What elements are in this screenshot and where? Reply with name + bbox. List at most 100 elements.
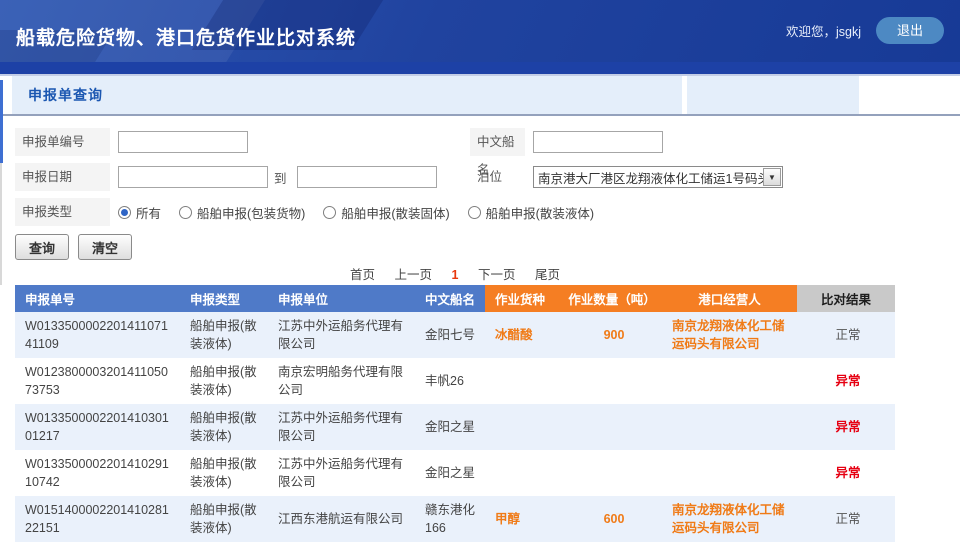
cell-type: 船舶申报(散装液体) (180, 312, 268, 358)
date-to-label: 到 (274, 168, 287, 187)
query-form: 申报单编号 中文船名 申报日期 到 泊位 南京港大厂港区龙翔液体化工储运1号码头… (0, 116, 960, 226)
column-header-6: 港口经营人 (662, 285, 797, 312)
pagination-first[interactable]: 首页 (350, 268, 375, 282)
form-row-declaration-no: 申报单编号 中文船名 (15, 128, 960, 156)
cell-qty (562, 450, 662, 496)
results-table: 申报单号申报类型申报单位中文船名作业货种作业数量（吨）港口经营人比对结果 W01… (15, 285, 895, 542)
cell-qty: 600 (562, 496, 662, 542)
cell-ship: 金阳七号 (415, 312, 485, 358)
table-row: W013350000220141029110742船舶申报(散装液体)江苏中外运… (15, 450, 895, 496)
chevron-down-icon[interactable]: ▼ (763, 168, 781, 186)
app-title: 船载危险货物、港口危货作业比对系统 (16, 23, 356, 50)
cell-ship: 丰帆26 (415, 358, 485, 404)
radio-label: 船舶申报(散装固体) (341, 203, 449, 222)
cell-id: W013350000220141107141109 (15, 312, 180, 358)
tab-side-panel (687, 76, 859, 114)
berth-select-value: 南京港大厂港区龙翔液体化工储运1号码头 (534, 168, 763, 187)
welcome-text: 欢迎您，jsgkj (786, 21, 861, 40)
cell-type: 船舶申报(散装液体) (180, 404, 268, 450)
radio-icon[interactable] (323, 206, 336, 219)
form-buttons: 查询 清空 (15, 234, 960, 260)
cell-cargo: 冰醋酸 (485, 312, 562, 358)
radio-label: 所有 (136, 203, 161, 222)
cell-id: W013350000220141029110742 (15, 450, 180, 496)
cell-operator: 南京龙翔液体化工储运码头有限公司 (662, 312, 797, 358)
pagination-current-page: 1 (452, 268, 459, 282)
cell-result: 异常 (797, 358, 895, 404)
radio-label: 船舶申报(包装货物) (197, 203, 305, 222)
radio-icon[interactable] (118, 206, 131, 219)
declaration-type-radio-group: 所有 船舶申报(包装货物) 船舶申报(散装固体) 船舶申报(散装液体) (118, 203, 594, 222)
radio-label: 船舶申报(散装液体) (486, 203, 594, 222)
logout-button[interactable]: 退出 (876, 17, 944, 44)
column-header-2: 申报单位 (268, 285, 415, 312)
table-body: W013350000220141107141109船舶申报(散装液体)江苏中外运… (15, 312, 895, 542)
search-button[interactable]: 查询 (15, 234, 69, 260)
date-to-input[interactable] (297, 166, 437, 188)
cell-qty: 900 (562, 312, 662, 358)
declaration-date-label: 申报日期 (15, 163, 110, 191)
ship-name-label: 中文船名 (470, 128, 525, 156)
pagination-last[interactable]: 尾页 (535, 268, 560, 282)
top-blue-bar (0, 62, 960, 76)
form-row-date: 申报日期 到 泊位 南京港大厂港区龙翔液体化工储运1号码头 ▼ (15, 163, 960, 191)
column-header-7: 比对结果 (797, 285, 895, 312)
cell-id: W012380000320141105073753 (15, 358, 180, 404)
table-row: W013350000220141107141109船舶申报(散装液体)江苏中外运… (15, 312, 895, 358)
cell-agent: 南京宏明船务代理有限公司 (268, 358, 415, 404)
pagination: 首页 上一页 1 下一页 尾页 (15, 264, 895, 283)
section-tabs-row: 申报单查询 (0, 76, 960, 116)
clear-button[interactable]: 清空 (78, 234, 132, 260)
table-row: W012380000320141105073753船舶申报(散装液体)南京宏明船… (15, 358, 895, 404)
radio-icon[interactable] (468, 206, 481, 219)
cell-type: 船舶申报(散装液体) (180, 496, 268, 542)
declaration-type-label: 申报类型 (15, 198, 110, 226)
cell-result: 异常 (797, 404, 895, 450)
cell-id: W015140000220141028122151 (15, 496, 180, 542)
declare-type-option-3[interactable]: 船舶申报(散装液体) (468, 203, 594, 222)
column-header-3: 中文船名 (415, 285, 485, 312)
table-row: W013350000220141030101217船舶申报(散装液体)江苏中外运… (15, 404, 895, 450)
declaration-no-label: 申报单编号 (15, 128, 110, 156)
berth-label: 泊位 (470, 163, 525, 191)
cell-ship: 金阳之星 (415, 404, 485, 450)
cell-agent: 江苏中外运船务代理有限公司 (268, 312, 415, 358)
table-header-row: 申报单号申报类型申报单位中文船名作业货种作业数量（吨）港口经营人比对结果 (15, 285, 895, 312)
cell-type: 船舶申报(散装液体) (180, 450, 268, 496)
pagination-next[interactable]: 下一页 (478, 268, 516, 282)
table-row: W015140000220141028122151船舶申报(散装液体)江西东港航… (15, 496, 895, 542)
column-header-4: 作业货种 (485, 285, 562, 312)
ship-name-input[interactable] (533, 131, 663, 153)
declare-type-option-0[interactable]: 所有 (118, 203, 161, 222)
radio-icon[interactable] (179, 206, 192, 219)
page-title: 申报单查询 (12, 85, 103, 105)
cell-type: 船舶申报(散装液体) (180, 358, 268, 404)
cell-operator (662, 404, 797, 450)
cell-operator: 南京龙翔液体化工储运码头有限公司 (662, 496, 797, 542)
date-from-input[interactable] (118, 166, 268, 188)
cell-ship: 赣东港化166 (415, 496, 485, 542)
cell-agent: 江西东港航运有限公司 (268, 496, 415, 542)
cell-operator (662, 450, 797, 496)
cell-id: W013350000220141030101217 (15, 404, 180, 450)
cell-cargo (485, 404, 562, 450)
declare-type-option-1[interactable]: 船舶申报(包装货物) (179, 203, 305, 222)
pagination-prev[interactable]: 上一页 (395, 268, 433, 282)
cell-qty (562, 404, 662, 450)
declare-type-option-2[interactable]: 船舶申报(散装固体) (323, 203, 449, 222)
tab-declaration-query[interactable]: 申报单查询 (12, 76, 682, 114)
form-row-type: 申报类型 所有 船舶申报(包装货物) 船舶申报(散装固体) 船舶申报(散装液体) (15, 198, 960, 226)
declaration-no-input[interactable] (118, 131, 248, 153)
cell-cargo (485, 358, 562, 404)
app-header: 船载危险货物、港口危货作业比对系统 欢迎您，jsgkj 退出 (0, 0, 960, 62)
column-header-1: 申报类型 (180, 285, 268, 312)
cell-result: 正常 (797, 496, 895, 542)
cell-result: 异常 (797, 450, 895, 496)
cell-cargo: 甲醇 (485, 496, 562, 542)
cell-ship: 金阳之星 (415, 450, 485, 496)
column-header-5: 作业数量（吨） (562, 285, 662, 312)
berth-select[interactable]: 南京港大厂港区龙翔液体化工储运1号码头 ▼ (533, 166, 783, 188)
cell-qty (562, 358, 662, 404)
cell-agent: 江苏中外运船务代理有限公司 (268, 450, 415, 496)
header-user-area: 欢迎您，jsgkj 退出 (786, 17, 944, 44)
